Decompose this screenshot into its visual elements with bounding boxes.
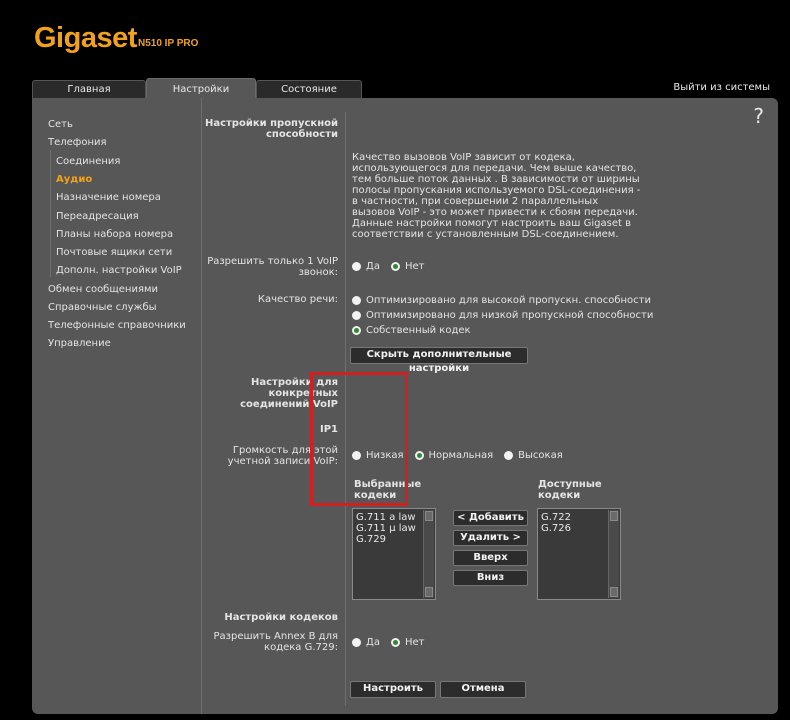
one-call-no-radio[interactable] (390, 262, 400, 271)
sidebar-item-number-assignment[interactable]: Назначение номера (56, 192, 161, 203)
quality-own-radio[interactable] (352, 326, 361, 335)
quality-option-high: Оптимизировано для высокой пропускн. спо… (352, 295, 662, 306)
tab-settings[interactable]: Настройки (146, 78, 256, 98)
one-call-options: Да Нет (352, 261, 435, 272)
gigaset-logo: Gigaset (34, 22, 137, 54)
sidebar-item-info-services[interactable]: Справочные службы (48, 302, 157, 313)
sidebar-item-audio[interactable]: Аудио (56, 174, 92, 185)
cancel-button[interactable]: Отмена (440, 681, 526, 698)
content-area: Настройки пропускной способности Качеств… (204, 98, 778, 714)
volume-normal-radio[interactable] (414, 451, 424, 460)
available-codecs-title: Доступные кодеки (538, 479, 602, 501)
tab-status[interactable]: Состояние (256, 80, 362, 98)
sidebar-item-call-forwarding[interactable]: Переадресация (56, 211, 139, 222)
quality-label: Качество речи: (257, 294, 338, 305)
quality-own-label[interactable]: Собственный кодек (366, 325, 471, 336)
sidebar-item-telephony[interactable]: Телефония (48, 137, 107, 148)
apply-button[interactable]: Настроить (350, 681, 436, 698)
tab-home[interactable]: Главная (32, 80, 146, 98)
sidebar-group-line (50, 150, 51, 277)
volume-high-radio[interactable] (504, 451, 514, 460)
scroll-down-arrow-icon[interactable] (425, 587, 433, 597)
annexb-options: Да Нет (352, 637, 435, 648)
sidebar-item-connections[interactable]: Соединения (56, 156, 120, 167)
one-call-label: Разрешить только 1 VoIP звонок: (207, 256, 338, 278)
scroll-up-arrow-icon[interactable] (610, 511, 618, 521)
scroll-down-arrow-icon[interactable] (610, 587, 618, 597)
sidebar-item-messaging[interactable]: Обмен сообщениями (48, 284, 158, 295)
bandwidth-description: Качество вызовов VoIP зависит от кодека,… (352, 152, 641, 240)
annexb-yes-radio[interactable] (352, 638, 361, 647)
sidebar-item-phonebooks[interactable]: Телефонные справочники (48, 320, 186, 331)
scroll-up-arrow-icon[interactable] (425, 511, 433, 521)
one-call-yes-label[interactable]: Да (366, 261, 380, 272)
sidebar: Сеть Телефония Соединения Аудио Назначен… (32, 98, 202, 714)
one-call-yes-radio[interactable] (352, 262, 361, 271)
sidebar-item-dialing-plans[interactable]: Планы набора номера (56, 229, 173, 240)
available-codecs-scrollbar[interactable] (608, 510, 619, 598)
sidebar-item-network-mailboxes[interactable]: Почтовые ящики сети (56, 247, 172, 258)
highlight-box (310, 372, 408, 506)
model-name: N510 IP PRO (138, 38, 199, 49)
quality-high-radio[interactable] (352, 296, 361, 305)
quality-option-own: Собственный кодек (352, 325, 482, 336)
move-up-button[interactable]: Вверх (453, 550, 528, 566)
quality-low-label[interactable]: Оптимизировано для низкой пропускной спо… (366, 310, 653, 321)
sidebar-item-advanced-voip[interactable]: Дополн. настройки VoIP (56, 265, 182, 276)
sidebar-item-management[interactable]: Управление (48, 338, 111, 349)
quality-low-radio[interactable] (352, 311, 361, 320)
annexb-yes-label[interactable]: Да (366, 637, 380, 648)
volume-normal-label[interactable]: Нормальная (429, 450, 494, 461)
bandwidth-title: Настройки пропускной способности (204, 118, 338, 140)
annexb-no-radio[interactable] (390, 638, 400, 647)
quality-high-label[interactable]: Оптимизировано для высокой пропускн. спо… (366, 295, 651, 306)
move-down-button[interactable]: Вниз (453, 570, 528, 586)
annexb-no-label[interactable]: Нет (405, 637, 425, 648)
volume-high-label[interactable]: Высокая (518, 450, 563, 461)
selected-codecs-list[interactable]: G.711 a law G.711 μ law G.729 (352, 508, 436, 600)
sidebar-item-network[interactable]: Сеть (48, 119, 73, 130)
available-codecs-list[interactable]: G.722 G.726 (537, 508, 621, 600)
codec-settings-title: Настройки кодеков (224, 612, 338, 623)
add-codec-button[interactable]: < Добавить (453, 510, 528, 526)
logout-link[interactable]: Выйти из системы (673, 82, 770, 93)
quality-option-low: Оптимизировано для низкой пропускной спо… (352, 310, 664, 321)
selected-codecs-scrollbar[interactable] (423, 510, 434, 598)
hide-advanced-button[interactable]: Скрыть дополнительные настройки (350, 347, 528, 374)
annexb-label: Разрешить Annex B для кодека G.729: (213, 631, 338, 653)
remove-codec-button[interactable]: Удалить > (453, 530, 528, 546)
one-call-no-label[interactable]: Нет (405, 261, 425, 272)
